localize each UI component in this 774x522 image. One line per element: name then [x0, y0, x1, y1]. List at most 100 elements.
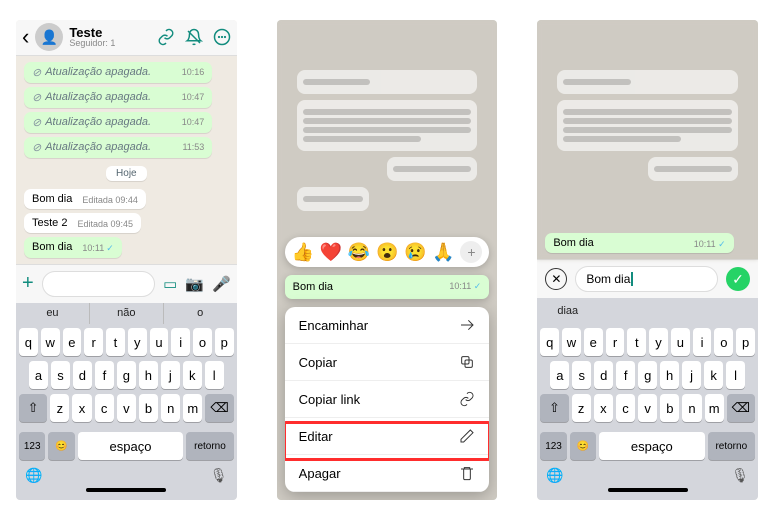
- key-e[interactable]: e: [63, 328, 82, 356]
- key-t[interactable]: t: [106, 328, 125, 356]
- globe-icon[interactable]: 🌐: [546, 467, 563, 484]
- message-in[interactable]: Teste 2Editada 09:45: [24, 213, 141, 233]
- key-n[interactable]: n: [682, 394, 701, 422]
- key-c[interactable]: c: [95, 394, 114, 422]
- backspace-key[interactable]: ⌫: [727, 394, 755, 422]
- key-b[interactable]: b: [660, 394, 679, 422]
- confirm-edit-button[interactable]: ✓: [726, 267, 750, 291]
- shift-key[interactable]: ⇧: [540, 394, 568, 422]
- reaction-pray[interactable]: 🙏: [432, 242, 454, 263]
- key-h[interactable]: h: [139, 361, 158, 389]
- key-l[interactable]: l: [205, 361, 224, 389]
- key-n[interactable]: n: [161, 394, 180, 422]
- key-c[interactable]: c: [616, 394, 635, 422]
- reaction-laugh[interactable]: 😂: [348, 242, 370, 263]
- dictation-icon[interactable]: 🎙: [731, 467, 749, 484]
- chat-messages[interactable]: ⊘Atualização apagada.10:16 ⊘Atualização …: [16, 56, 237, 264]
- space-key[interactable]: espaço: [78, 432, 183, 460]
- menu-forward[interactable]: Encaminhar: [285, 307, 490, 344]
- key-l[interactable]: l: [726, 361, 745, 389]
- link-icon[interactable]: [157, 28, 175, 46]
- key-u[interactable]: u: [150, 328, 169, 356]
- suggestion[interactable]: eu: [16, 303, 90, 324]
- key-k[interactable]: k: [183, 361, 202, 389]
- key-o[interactable]: o: [193, 328, 212, 356]
- reaction-thumbs-up[interactable]: 👍: [292, 242, 314, 263]
- key-s[interactable]: s: [572, 361, 591, 389]
- dictation-icon[interactable]: 🎙: [210, 467, 228, 484]
- key-j[interactable]: j: [682, 361, 701, 389]
- return-key[interactable]: retorno: [186, 432, 233, 460]
- suggestion[interactable]: diaa: [537, 298, 598, 324]
- key-x[interactable]: x: [594, 394, 613, 422]
- message-input[interactable]: [42, 271, 155, 297]
- key-i[interactable]: i: [693, 328, 712, 356]
- backspace-key[interactable]: ⌫: [205, 394, 233, 422]
- key-z[interactable]: z: [572, 394, 591, 422]
- num-key[interactable]: 123: [540, 432, 566, 460]
- key-g[interactable]: g: [117, 361, 136, 389]
- chat-title-block[interactable]: Teste Seguidor: 1: [69, 26, 150, 48]
- key-o[interactable]: o: [714, 328, 733, 356]
- key-v[interactable]: v: [638, 394, 657, 422]
- mic-icon[interactable]: 🎤: [212, 275, 231, 293]
- key-p[interactable]: p: [736, 328, 755, 356]
- sticker-icon[interactable]: ▭: [163, 275, 177, 293]
- key-q[interactable]: q: [540, 328, 559, 356]
- key-g[interactable]: g: [638, 361, 657, 389]
- key-p[interactable]: p: [215, 328, 234, 356]
- suggestion[interactable]: o: [164, 303, 237, 324]
- key-s[interactable]: s: [51, 361, 70, 389]
- return-key[interactable]: retorno: [708, 432, 755, 460]
- key-m[interactable]: m: [705, 394, 724, 422]
- key-h[interactable]: h: [660, 361, 679, 389]
- key-q[interactable]: q: [19, 328, 38, 356]
- space-key[interactable]: espaço: [599, 432, 704, 460]
- key-b[interactable]: b: [139, 394, 158, 422]
- key-f[interactable]: f: [95, 361, 114, 389]
- bell-off-icon[interactable]: [185, 28, 203, 46]
- edit-input[interactable]: Bom dia: [575, 266, 718, 292]
- menu-copy[interactable]: Copiar: [285, 344, 490, 381]
- message-in[interactable]: Bom diaEditada 09:44: [24, 189, 146, 209]
- key-e[interactable]: e: [584, 328, 603, 356]
- emoji-key[interactable]: 😊: [48, 432, 74, 460]
- num-key[interactable]: 123: [19, 432, 45, 460]
- attach-icon[interactable]: +: [22, 272, 34, 295]
- more-icon[interactable]: [213, 28, 231, 46]
- key-d[interactable]: d: [594, 361, 613, 389]
- key-m[interactable]: m: [183, 394, 202, 422]
- reaction-sad[interactable]: 😢: [404, 242, 426, 263]
- key-w[interactable]: w: [562, 328, 581, 356]
- key-v[interactable]: v: [117, 394, 136, 422]
- key-i[interactable]: i: [171, 328, 190, 356]
- avatar[interactable]: 👤: [35, 23, 63, 51]
- suggestion[interactable]: não: [90, 303, 164, 324]
- emoji-key[interactable]: 😊: [570, 432, 596, 460]
- reaction-add-icon[interactable]: +: [460, 241, 482, 263]
- key-x[interactable]: x: [72, 394, 91, 422]
- key-r[interactable]: r: [84, 328, 103, 356]
- reaction-wow[interactable]: 😮: [376, 242, 398, 263]
- key-z[interactable]: z: [50, 394, 69, 422]
- key-r[interactable]: r: [606, 328, 625, 356]
- cancel-edit-button[interactable]: ✕: [545, 268, 567, 290]
- key-y[interactable]: y: [128, 328, 147, 356]
- menu-copy-link[interactable]: Copiar link: [285, 381, 490, 418]
- key-j[interactable]: j: [161, 361, 180, 389]
- key-k[interactable]: k: [704, 361, 723, 389]
- key-a[interactable]: a: [29, 361, 48, 389]
- message-out[interactable]: Bom dia10:11✓: [24, 237, 122, 258]
- reaction-heart[interactable]: ❤️: [320, 242, 342, 263]
- globe-icon[interactable]: 🌐: [25, 467, 42, 484]
- key-t[interactable]: t: [627, 328, 646, 356]
- key-y[interactable]: y: [649, 328, 668, 356]
- camera-icon[interactable]: 📷: [185, 275, 204, 293]
- key-w[interactable]: w: [41, 328, 60, 356]
- key-d[interactable]: d: [73, 361, 92, 389]
- key-f[interactable]: f: [616, 361, 635, 389]
- shift-key[interactable]: ⇧: [19, 394, 47, 422]
- back-icon[interactable]: ‹: [22, 24, 29, 50]
- key-u[interactable]: u: [671, 328, 690, 356]
- key-a[interactable]: a: [550, 361, 569, 389]
